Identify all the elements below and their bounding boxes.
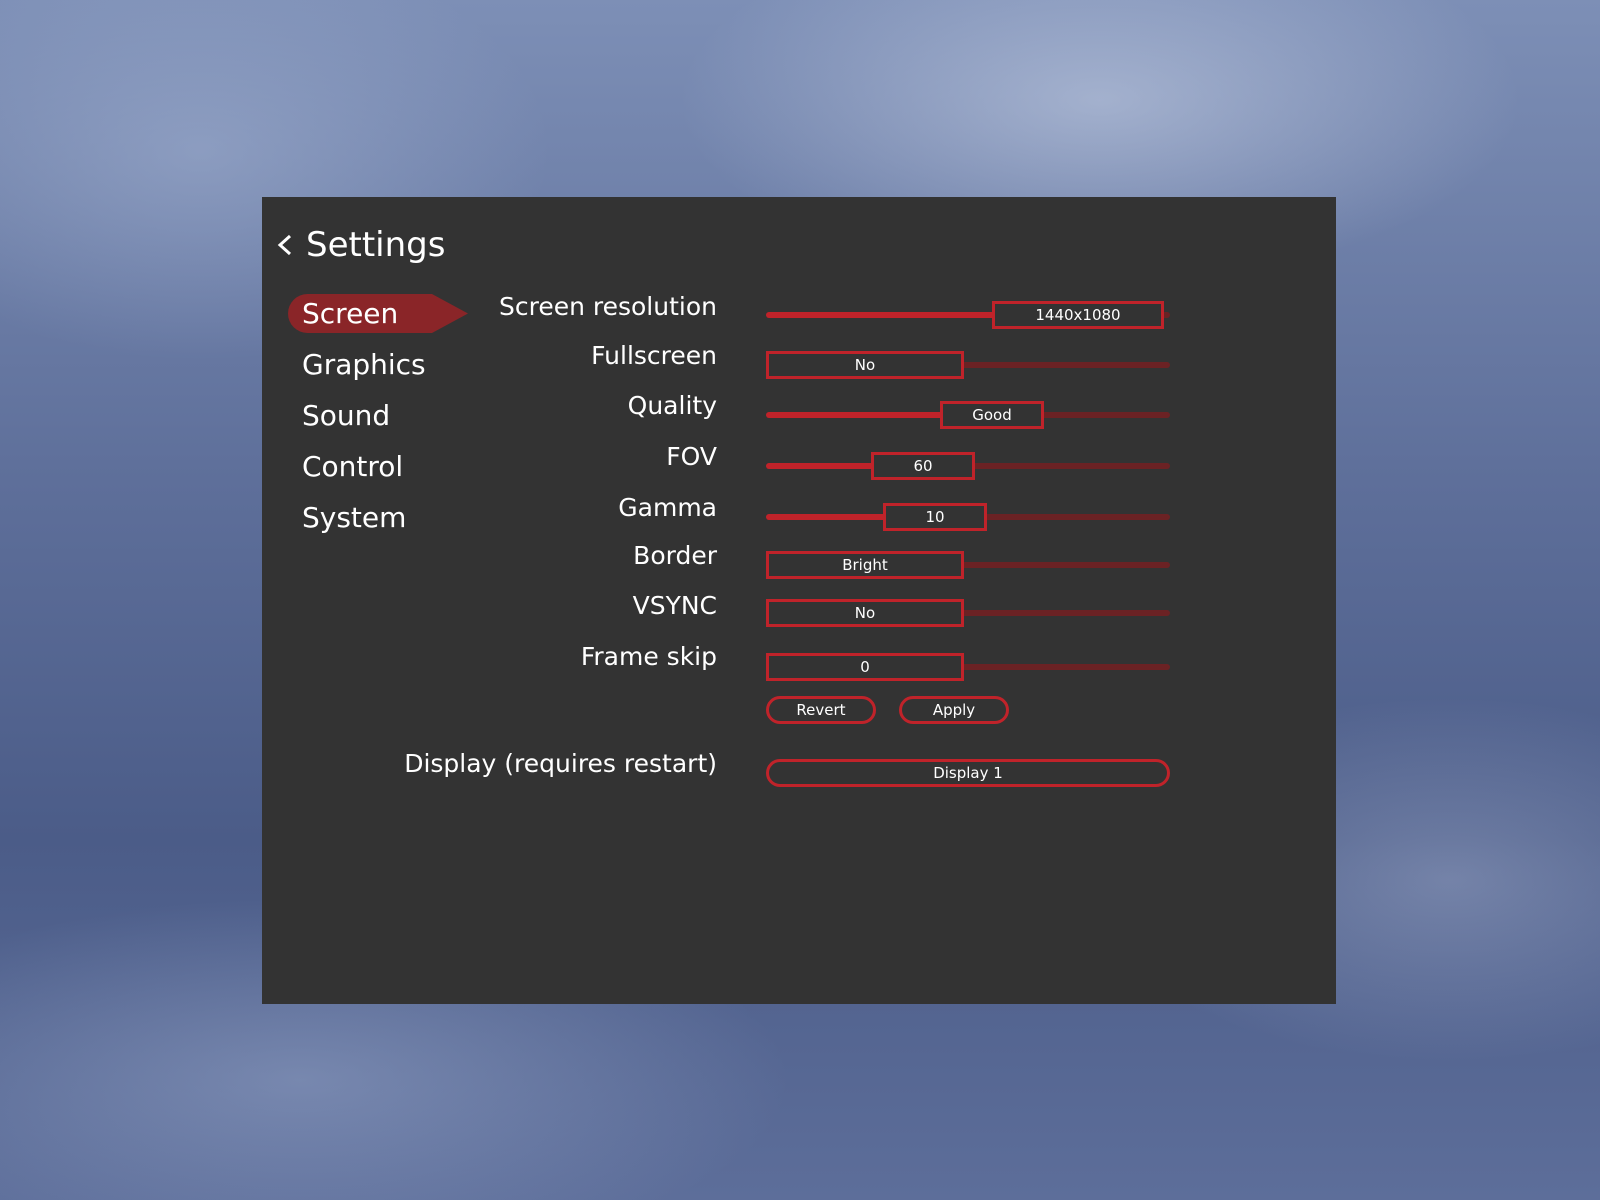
revert-button[interactable]: Revert <box>766 696 876 724</box>
frame-skip-slider[interactable]: 0 <box>766 653 1170 681</box>
quality-label: Quality <box>627 391 717 420</box>
settings-labels: Screen resolution Fullscreen Quality FOV… <box>262 197 717 1004</box>
screen-resolution-value[interactable]: 1440x1080 <box>992 301 1164 329</box>
display-select[interactable]: Display 1 <box>766 759 1170 787</box>
fov-slider[interactable]: 60 <box>766 452 1170 480</box>
slider-fill <box>766 312 1002 318</box>
border-slider[interactable]: Bright <box>766 551 1170 579</box>
apply-button[interactable]: Apply <box>899 696 1009 724</box>
fov-value[interactable]: 60 <box>871 452 975 480</box>
gamma-slider[interactable]: 10 <box>766 503 1170 531</box>
frame-skip-label: Frame skip <box>580 642 717 671</box>
border-label: Border <box>633 541 717 570</box>
slider-fill <box>766 463 881 469</box>
slider-fill <box>766 514 893 520</box>
border-value[interactable]: Bright <box>766 551 964 579</box>
vsync-slider[interactable]: No <box>766 599 1170 627</box>
background: Settings Screen Graphics Sound Control S… <box>0 0 1600 1200</box>
fullscreen-label: Fullscreen <box>591 341 717 370</box>
display-label: Display (requires restart) <box>404 749 717 778</box>
vsync-label: VSYNC <box>632 591 717 620</box>
vsync-value[interactable]: No <box>766 599 964 627</box>
fov-label: FOV <box>666 442 717 471</box>
settings-panel: Settings Screen Graphics Sound Control S… <box>262 197 1336 1004</box>
quality-value[interactable]: Good <box>940 401 1044 429</box>
quality-slider[interactable]: Good <box>766 401 1170 429</box>
gamma-label: Gamma <box>618 493 717 522</box>
fullscreen-slider[interactable]: No <box>766 351 1170 379</box>
fullscreen-value[interactable]: No <box>766 351 964 379</box>
screen-resolution-label: Screen resolution <box>498 292 717 321</box>
gamma-value[interactable]: 10 <box>883 503 987 531</box>
slider-fill <box>766 412 950 418</box>
frame-skip-value[interactable]: 0 <box>766 653 964 681</box>
screen-resolution-slider[interactable]: 1440x1080 <box>766 301 1170 329</box>
